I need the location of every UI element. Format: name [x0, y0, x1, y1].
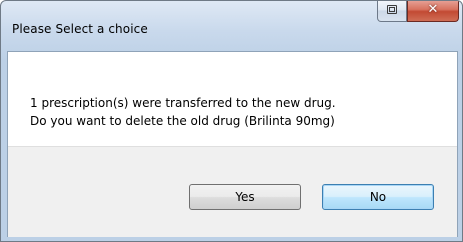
restore-icon [387, 5, 397, 14]
message-line-2: Do you want to delete the old drug (Bril… [30, 114, 335, 128]
dialog-window: Please Select a choice ✕ 1 prescription(… [0, 0, 463, 242]
restore-button[interactable] [377, 1, 407, 22]
button-bar: Yes No [8, 146, 457, 237]
yes-button[interactable]: Yes [189, 184, 301, 210]
title-bar[interactable]: Please Select a choice ✕ [1, 1, 462, 51]
close-button[interactable]: ✕ [407, 1, 459, 22]
message-text: 1 prescription(s) were transferred to th… [30, 94, 336, 130]
dialog-body: 1 prescription(s) were transferred to th… [7, 51, 458, 237]
dialog-title: Please Select a choice [12, 22, 148, 36]
no-button[interactable]: No [322, 184, 434, 210]
message-line-1: 1 prescription(s) were transferred to th… [30, 96, 336, 110]
close-icon: ✕ [427, 2, 439, 17]
